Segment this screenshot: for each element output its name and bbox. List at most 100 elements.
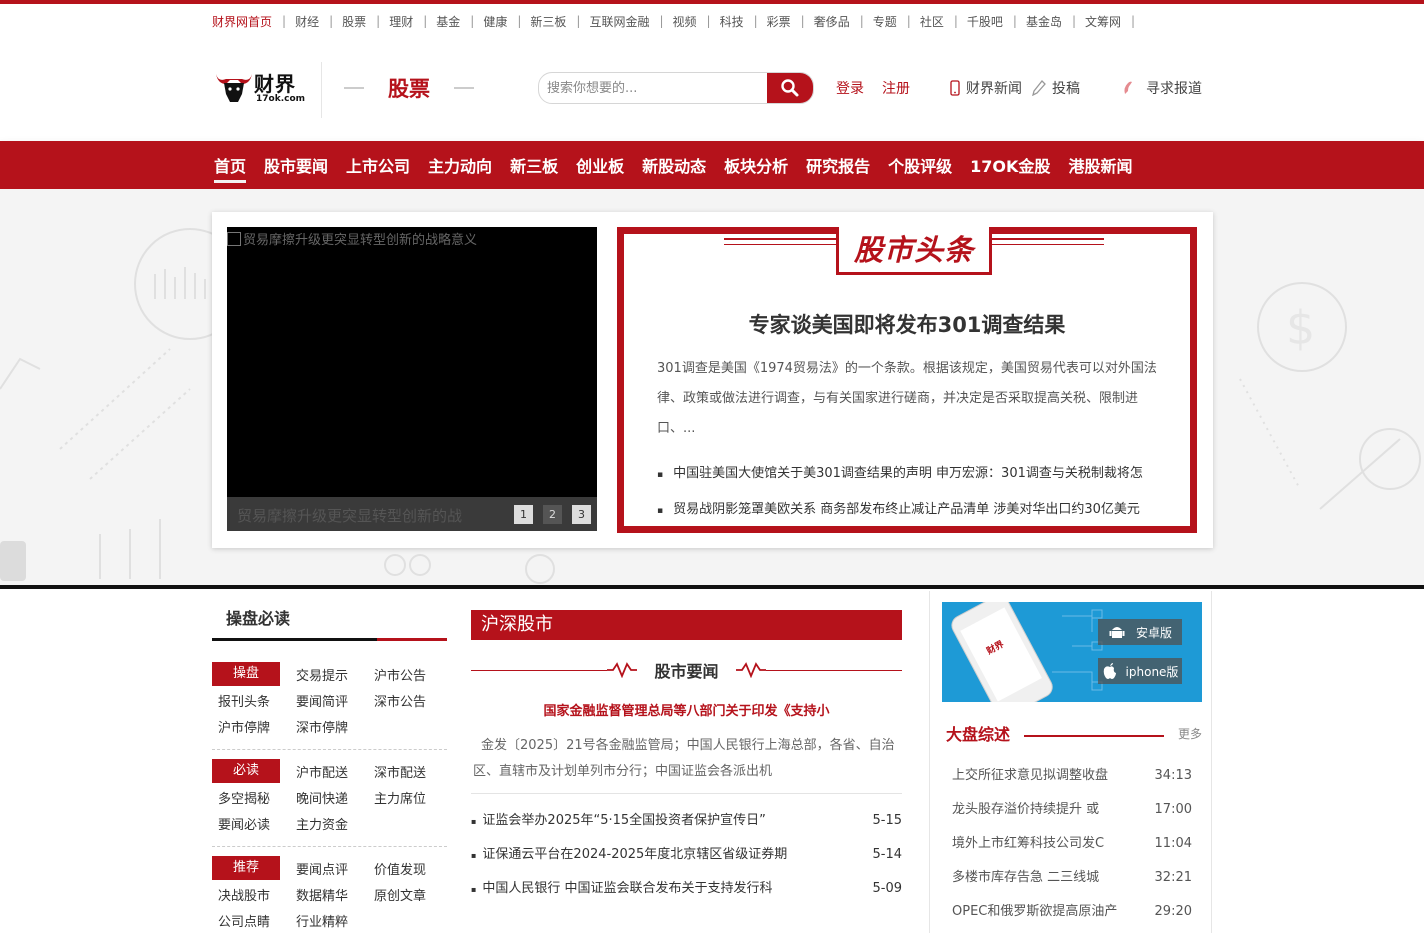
news-item-title[interactable]: 证监会举办2025年“5·15全国投资者保护宣传日” [471, 804, 766, 838]
caopan-link[interactable]: 行业精粹 [290, 911, 368, 930]
nav-item[interactable]: 首页 [212, 141, 248, 189]
caopan-link[interactable]: 数据精华 [290, 885, 368, 904]
caopan-row: 多空揭秘 晚间快递 主力席位 [212, 784, 447, 810]
site-logo[interactable]: 财界 17ok.com [214, 68, 308, 108]
caopan-link[interactable]: 主力资金 [290, 814, 368, 833]
headline-title[interactable]: 专家谈美国即将发布301调查结果 [624, 309, 1190, 339]
top-link-label[interactable]: 股票 [342, 13, 366, 30]
slider-dot-1[interactable]: 1 [514, 505, 533, 524]
caopan-link[interactable]: 价值发现 [368, 859, 446, 878]
caopan-group-tag[interactable]: 推荐 [212, 856, 280, 880]
caopan-link[interactable]: 沪市停牌 [212, 717, 290, 736]
news-item[interactable]: 证监会举办2025年“5·15全国投资者保护宣传日” 5-15 [471, 804, 902, 838]
caopan-link[interactable]: 交易提示 [290, 665, 368, 684]
nav-item[interactable]: 研究报告 [804, 141, 872, 189]
register-link[interactable]: 注册 [882, 78, 910, 98]
dapan-item-title[interactable]: 龙头股存溢价持续提升 或 [952, 793, 1099, 827]
dapan-item-time: 29:20 [1154, 904, 1192, 919]
top-link-label[interactable]: 基金 [436, 13, 460, 30]
headline-related-item[interactable]: 贸易战阴影笼罩美欧关系 商务部发布终止减让产品清单 涉美对华出口约30亿美元 [657, 492, 1187, 528]
top-link-label[interactable]: 理财 [389, 13, 413, 30]
top-link-label[interactable]: 专题 [873, 13, 897, 30]
dapan-item[interactable]: 多楼市库存告急 二三线城 32:21 [946, 861, 1202, 895]
logo-text: 财界 [254, 72, 296, 96]
lead-news-title[interactable]: 国家金融监督管理总局等八部门关于印发《支持小 [471, 700, 902, 719]
slider-caption[interactable]: 贸易摩擦升级更突显转型创新的战 [237, 505, 462, 526]
headline-summary: 301调查是美国《1974贸易法》的一个条款。根据该规定，美国贸易代表可以对外国… [657, 361, 1157, 436]
report-link[interactable]: 寻求报道 [1122, 78, 1202, 98]
caopan-link[interactable]: 要闻简评 [290, 691, 368, 710]
news-item-title[interactable]: 证保通云平台在2024-2025年度北京辖区省级证券期 [471, 838, 787, 872]
caopan-link[interactable]: 要闻点评 [290, 859, 368, 878]
caopan-link[interactable]: 深市停牌 [290, 717, 368, 736]
caopan-link[interactable]: 深市配送 [368, 762, 446, 781]
nav-item[interactable]: 个股评级 [886, 141, 954, 189]
nav-item[interactable]: 新股动态 [640, 141, 708, 189]
dapan-item[interactable]: OPEC和俄罗斯欲提高原油产 29:20 [946, 895, 1202, 929]
login-link[interactable]: 登录 [836, 78, 864, 98]
dapan-item-time: 34:13 [1154, 768, 1192, 783]
search-input[interactable] [539, 73, 767, 103]
iphone-download-button[interactable]: iphone版 [1098, 658, 1182, 684]
caopan-link[interactable]: 公司点睛 [212, 911, 290, 930]
image-slider[interactable]: 贸易摩擦升级更突显转型创新的战略意义 贸易摩擦升级更突显转型创新的战 1 2 3 [227, 227, 597, 531]
top-link-label[interactable]: 社区 [920, 13, 944, 30]
top-accent-line [0, 0, 1424, 4]
slider-dot-3[interactable]: 3 [572, 505, 591, 524]
caopan-group-tag[interactable]: 必读 [212, 759, 280, 783]
nav-item[interactable]: 上市公司 [344, 141, 412, 189]
dapan-item[interactable]: 境外上市红筹科技公司发C 11:04 [946, 827, 1202, 861]
top-links-bar: 财界网首页 | 财经 | 股票 | 理财 | 基金 | 健康 | 新三板 | 互联网金融 | 视频 | 科技 | 彩票 |… [212, 12, 1144, 30]
top-link-label[interactable]: 文筹网 [1085, 13, 1121, 30]
submit-link[interactable]: 投稿 [1032, 78, 1080, 98]
dapan-more-link[interactable]: 更多 [1178, 725, 1202, 742]
dapan-item-title[interactable]: 境外上市红筹科技公司发C [952, 827, 1104, 861]
caopan-link[interactable]: 要闻必读 [212, 814, 290, 833]
caopan-group-tag[interactable]: 操盘 [212, 662, 280, 686]
nav-item[interactable]: 17OK金股 [968, 141, 1052, 189]
nav-item[interactable]: 主力动向 [426, 141, 494, 189]
nav-item[interactable]: 港股新闻 [1066, 141, 1134, 189]
top-link-label[interactable]: 彩票 [767, 13, 791, 30]
nav-item[interactable]: 创业板 [574, 141, 626, 189]
top-link-label[interactable]: 互联网金融 [589, 13, 649, 30]
caopan-link[interactable]: 决战股市 [212, 885, 290, 904]
dapan-item-title[interactable]: 上交所征求意见拟调整收盘 [952, 759, 1108, 793]
nav-item[interactable]: 股市要闻 [262, 141, 330, 189]
top-link-label[interactable]: 财界网首页 [212, 13, 272, 30]
caopan-link[interactable]: 多空揭秘 [212, 788, 290, 807]
news-item-title[interactable]: 中国人民银行 中国证监会联合发布关于支持发行科 [471, 872, 772, 906]
nav-item[interactable]: 新三板 [508, 141, 560, 189]
caopan-link[interactable]: 原创文章 [368, 885, 446, 904]
dapan-item[interactable]: 龙头股存溢价持续提升 或 17:00 [946, 793, 1202, 827]
caopan-link[interactable]: 沪市配送 [290, 762, 368, 781]
slider-dot-2[interactable]: 2 [543, 505, 562, 524]
caopan-link[interactable]: 晚间快递 [290, 788, 368, 807]
top-link-label[interactable]: 千股吧 [967, 13, 1003, 30]
top-link-label[interactable]: 健康 [483, 13, 507, 30]
news-item-date: 5-09 [872, 881, 902, 896]
top-link-label[interactable]: 基金岛 [1026, 13, 1062, 30]
top-link-label[interactable]: 财经 [295, 13, 319, 30]
search-button[interactable] [767, 73, 813, 103]
dapan-item-title[interactable]: 多楼市库存告急 二三线城 [952, 861, 1099, 895]
android-download-button[interactable]: 安卓版 [1098, 619, 1182, 645]
news-item[interactable]: 证保通云平台在2024-2025年度北京辖区省级证券期 5-14 [471, 838, 902, 872]
caopan-link[interactable]: 报刊头条 [212, 691, 290, 710]
news-item[interactable]: 中国人民银行 中国证监会联合发布关于支持发行科 5-09 [471, 872, 902, 906]
top-link-label[interactable]: 视频 [673, 13, 697, 30]
app-download-banner[interactable]: 财界 安卓版 iphone版 [942, 602, 1202, 702]
report-link-label: 寻求报道 [1146, 81, 1202, 97]
top-link-label[interactable]: 新三板 [530, 13, 566, 30]
section-divider-line [0, 585, 1424, 589]
caopan-link[interactable]: 主力席位 [368, 788, 446, 807]
top-link-label[interactable]: 科技 [720, 13, 744, 30]
caopan-link[interactable]: 沪市公告 [368, 665, 446, 684]
caopan-link[interactable]: 深市公告 [368, 691, 446, 710]
headline-related-item[interactable]: 中国驻美国大使馆关于美301调查结果的声明 申万宏源：301调查与关税制裁将怎 [657, 456, 1187, 492]
news-link[interactable]: 财界新闻 [950, 78, 1022, 98]
dapan-item[interactable]: 上交所征求意见拟调整收盘 34:13 [946, 759, 1202, 793]
nav-item[interactable]: 板块分析 [722, 141, 790, 189]
top-link-label[interactable]: 奢侈品 [814, 13, 850, 30]
dapan-item-title[interactable]: OPEC和俄罗斯欲提高原油产 [952, 895, 1117, 929]
